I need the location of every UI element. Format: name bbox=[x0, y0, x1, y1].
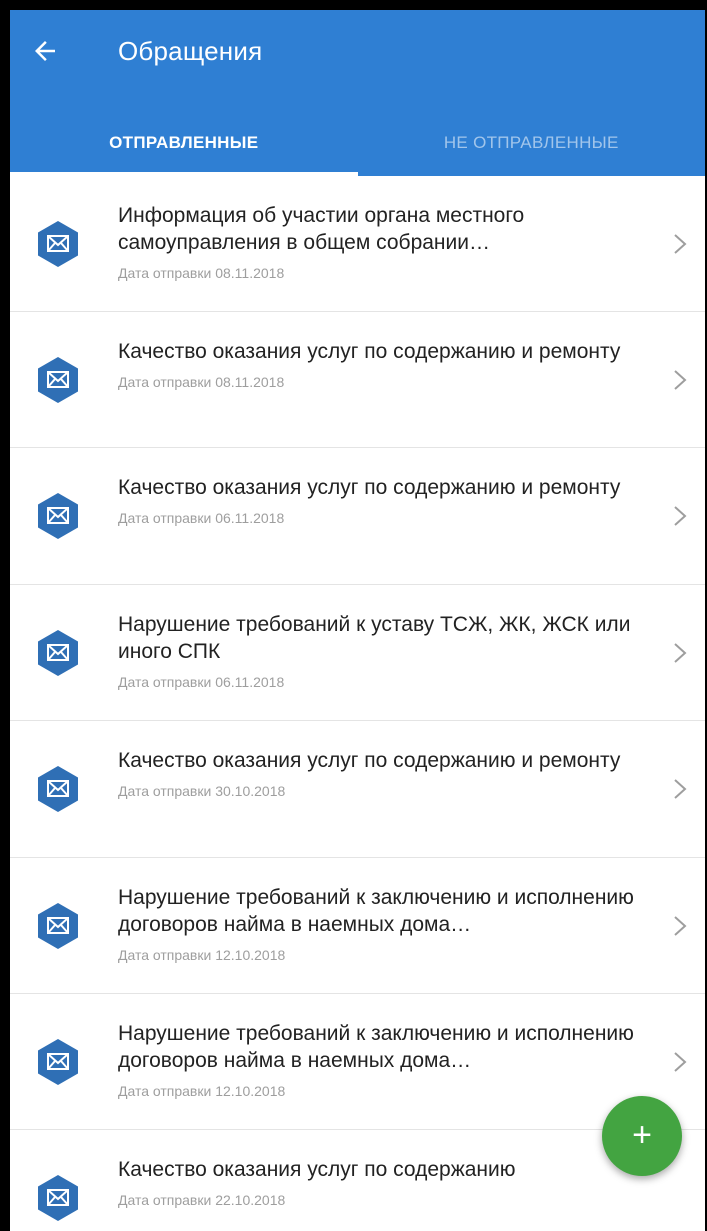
requests-list: Информация об участии органа местного са… bbox=[10, 176, 705, 1231]
chevron-right-icon bbox=[674, 1051, 687, 1072]
item-title: Качество оказания услуг по содержанию и … bbox=[118, 340, 621, 363]
item-date: Дата отправки 12.10.2018 bbox=[118, 1083, 286, 1099]
tab-sent-label: ОТПРАВЛЕННЫЕ bbox=[109, 133, 259, 152]
item-date: Дата отправки 08.11.2018 bbox=[118, 265, 285, 281]
envelope-icon bbox=[38, 629, 78, 676]
tab-unsent[interactable]: НЕ ОТПРАВЛЕННЫЕ bbox=[358, 110, 706, 176]
item-title: Информация об участии органа местного са… bbox=[118, 204, 525, 254]
chevron-right-icon bbox=[674, 369, 687, 390]
list-item[interactable]: Нарушение требований к заключению и испо… bbox=[10, 994, 705, 1130]
add-request-button[interactable]: + bbox=[602, 1096, 682, 1176]
item-title: Нарушение требований к заключению и испо… bbox=[118, 1022, 634, 1072]
list-item[interactable]: Качество оказания услуг по содержанию Да… bbox=[10, 1130, 705, 1231]
item-title: Нарушение требований к уставу ТСЖ, ЖК, Ж… bbox=[118, 613, 631, 663]
chevron-right-icon bbox=[674, 233, 687, 254]
page-title: Обращения bbox=[118, 36, 263, 66]
list-item[interactable]: Нарушение требований к заключению и испо… bbox=[10, 858, 705, 994]
app-bar: Обращения ОТПРАВЛЕННЫЕ НЕ ОТПРАВЛЕННЫЕ bbox=[10, 10, 705, 176]
envelope-icon bbox=[38, 902, 78, 949]
item-title: Качество оказания услуг по содержанию и … bbox=[118, 749, 621, 772]
item-title: Качество оказания услуг по содержанию bbox=[118, 1158, 516, 1181]
list-item[interactable]: Качество оказания услуг по содержанию и … bbox=[10, 312, 705, 448]
item-date: Дата отправки 22.10.2018 bbox=[118, 1192, 286, 1208]
app-frame: Обращения ОТПРАВЛЕННЫЕ НЕ ОТПРАВЛЕННЫЕ И… bbox=[0, 0, 707, 1231]
envelope-icon bbox=[38, 356, 78, 403]
chevron-right-icon bbox=[674, 779, 687, 799]
chevron-right-icon bbox=[674, 915, 687, 936]
list-item[interactable]: Качество оказания услуг по содержанию и … bbox=[10, 721, 705, 858]
chevron-right-icon bbox=[674, 642, 687, 663]
list-item[interactable]: Информация об участии органа местного са… bbox=[10, 176, 705, 312]
tab-sent[interactable]: ОТПРАВЛЕННЫЕ bbox=[10, 110, 358, 176]
envelope-icon bbox=[38, 1174, 78, 1221]
chevron-right-icon bbox=[674, 506, 687, 526]
tab-bar: ОТПРАВЛЕННЫЕ НЕ ОТПРАВЛЕННЫЕ bbox=[10, 110, 705, 176]
item-title: Качество оказания услуг по содержанию и … bbox=[118, 476, 621, 499]
tab-unsent-label: НЕ ОТПРАВЛЕННЫЕ bbox=[443, 133, 619, 152]
item-date: Дата отправки 08.11.2018 bbox=[118, 374, 285, 390]
back-arrow-icon[interactable] bbox=[30, 36, 60, 66]
list-item[interactable]: Нарушение требований к уставу ТСЖ, ЖК, Ж… bbox=[10, 585, 705, 721]
item-date: Дата отправки 06.11.2018 bbox=[118, 674, 285, 690]
item-date: Дата отправки 06.11.2018 bbox=[118, 510, 285, 526]
plus-icon: + bbox=[632, 1115, 652, 1154]
item-title: Нарушение требований к заключению и испо… bbox=[118, 886, 634, 936]
envelope-icon bbox=[38, 493, 78, 539]
envelope-icon bbox=[38, 1038, 78, 1085]
envelope-icon bbox=[38, 766, 78, 812]
item-date: Дата отправки 30.10.2018 bbox=[118, 783, 286, 799]
envelope-icon bbox=[38, 220, 78, 267]
item-date: Дата отправки 12.10.2018 bbox=[118, 947, 286, 963]
list-item[interactable]: Качество оказания услуг по содержанию и … bbox=[10, 448, 705, 585]
